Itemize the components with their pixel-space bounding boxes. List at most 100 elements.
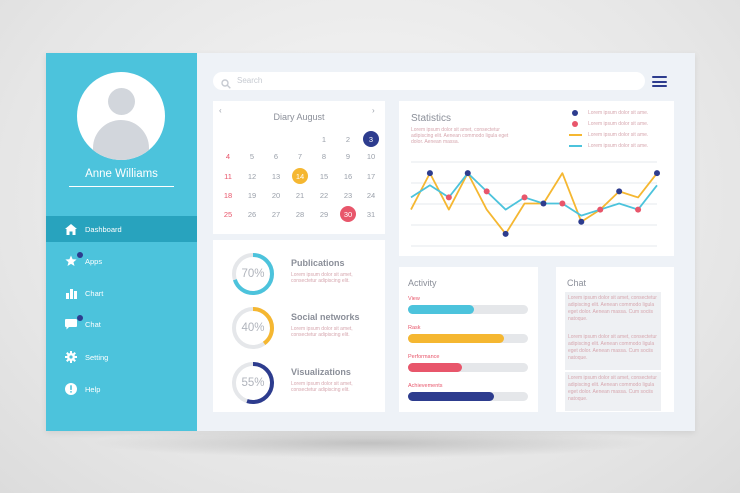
chat-message[interactable]: Lorem ipsum dolor sit amet, consectetur … — [565, 372, 661, 411]
sidebar-item-apps[interactable]: Apps — [46, 248, 197, 274]
calendar-day[interactable]: 20 — [268, 187, 284, 203]
chat-message-text: Lorem ipsum dolor sit amet, consectetur … — [568, 334, 657, 361]
sidebar-item-label: Chat — [85, 319, 101, 329]
progress-title: Visualizations — [291, 367, 351, 377]
calendar-card: ‹ › Diary August 1 2 3 4 5 6 7 8 9 10 11 12 13 14 15 16… — [213, 101, 385, 234]
activity-bar — [408, 334, 528, 343]
chat-title: Chat — [567, 278, 587, 288]
progress-title: Publications — [291, 258, 345, 268]
sidebar-item-label: Help — [85, 384, 101, 394]
sidebar-item-label: Dashboard — [85, 224, 122, 234]
chat-message[interactable]: Lorem ipsum dolor sit amet, consectetur … — [565, 292, 661, 331]
calendar-day[interactable]: 29 — [316, 206, 332, 222]
chart-point — [616, 188, 623, 195]
chart-point — [578, 218, 585, 225]
info-icon — [64, 382, 78, 396]
calendar-day[interactable]: 14 — [292, 168, 308, 184]
progress-percent: 40% — [241, 322, 265, 334]
calendar-day[interactable]: 31 — [363, 206, 379, 222]
user-name: Anne Williams — [85, 168, 158, 180]
calendar-day[interactable]: 5 — [244, 148, 260, 164]
progress-item: 70% Publications Lorem ipsum dolor sit ame… — [213, 252, 385, 300]
chat-message-text: Lorem ipsum dolor sit amet, consectetur … — [568, 295, 657, 322]
star-icon — [64, 254, 78, 268]
activity-label: Achievements — [408, 383, 443, 389]
calendar-day[interactable]: 21 — [292, 187, 308, 203]
activity-label: Performance — [408, 354, 440, 360]
calendar-day[interactable]: 25 — [220, 206, 236, 222]
calendar-day[interactable]: 2 — [340, 131, 356, 147]
chart-point — [635, 206, 642, 213]
home-icon — [64, 222, 78, 236]
calendar-day[interactable]: 4 — [220, 148, 236, 164]
chat-message-text: Lorem ipsum dolor sit amet, consectetur … — [568, 375, 657, 402]
avatar[interactable] — [77, 72, 165, 160]
calendar-day[interactable]: 30 — [340, 206, 356, 222]
chat-card: Chat Lorem ipsum dolor sit amet, consect… — [556, 267, 674, 412]
line-chart — [410, 161, 660, 247]
avatar-body — [93, 120, 149, 160]
calendar-day[interactable]: 24 — [363, 187, 379, 203]
calendar-day[interactable]: 28 — [292, 206, 308, 222]
calendar-day[interactable]: 9 — [340, 148, 356, 164]
sidebar-item-help[interactable]: Help — [46, 376, 197, 402]
activity-bar — [408, 392, 528, 401]
activity-bar — [408, 305, 528, 314]
progress-card: 70% Publications Lorem ipsum dolor sit ame… — [213, 240, 385, 412]
calendar-day[interactable]: 15 — [316, 168, 332, 184]
calendar-day[interactable]: 26 — [244, 206, 260, 222]
calendar-day[interactable]: 10 — [363, 148, 379, 164]
bar-chart-icon — [64, 286, 78, 300]
activity-title: Activity — [408, 278, 437, 288]
search-input[interactable]: Search — [213, 72, 645, 90]
sidebar-item-chart[interactable]: Chart — [46, 280, 197, 306]
chat-message[interactable]: Lorem ipsum dolor sit amet, consectetur … — [565, 331, 661, 370]
calendar-day[interactable]: 16 — [340, 168, 356, 184]
chart-point — [483, 188, 490, 195]
statistics-card: Statistics Lorem ipsum dolor sit amet, c… — [399, 101, 674, 256]
activity-bar — [408, 363, 528, 372]
calendar-day[interactable]: 23 — [340, 187, 356, 203]
calendar-day[interactable]: 12 — [244, 168, 260, 184]
progress-percent: 70% — [241, 268, 265, 280]
sidebar-item-chat[interactable]: Chat — [46, 311, 197, 337]
calendar-day[interactable]: 19 — [244, 187, 260, 203]
activity-bar-fill — [408, 305, 474, 314]
activity-label: View — [408, 296, 420, 302]
calendar-day[interactable]: 11 — [220, 168, 236, 184]
notification-badge — [77, 252, 83, 258]
sidebar-item-dashboard[interactable]: Dashboard — [46, 216, 197, 242]
calendar-day[interactable]: 1 — [316, 131, 332, 147]
calendar-day[interactable]: 6 — [268, 148, 284, 164]
avatar-head — [108, 88, 135, 115]
calendar-day[interactable]: 22 — [316, 187, 332, 203]
gear-icon — [64, 350, 78, 364]
activity-card: Activity View Rask Performance Achievements — [399, 267, 538, 412]
dashboard-window: Anne Williams Dashboard Apps Chart Chat … — [46, 53, 695, 431]
calendar-day[interactable]: 3 — [363, 131, 379, 147]
calendar-day[interactable]: 8 — [316, 148, 332, 164]
chart-point — [654, 170, 660, 177]
calendar-day[interactable]: 7 — [292, 148, 308, 164]
search-placeholder: Search — [237, 76, 263, 85]
chart-point — [521, 194, 528, 201]
calendar-day[interactable]: 17 — [363, 168, 379, 184]
chart-point — [597, 206, 604, 213]
calendar-day[interactable]: 13 — [268, 168, 284, 184]
sidebar-item-label: Setting — [85, 352, 109, 362]
chart-point — [540, 200, 547, 207]
notification-badge — [77, 315, 83, 321]
floor-shadow — [90, 428, 650, 458]
hamburger-menu-icon[interactable] — [652, 76, 667, 87]
sidebar-item-label: Chart — [85, 288, 104, 298]
calendar-day[interactable]: 27 — [268, 206, 284, 222]
name-underline — [69, 186, 174, 187]
calendar-day[interactable]: 18 — [220, 187, 236, 203]
chart-point — [464, 170, 471, 177]
progress-description: Lorem ipsum dolor sit amet, consectetur … — [291, 272, 353, 284]
progress-percent: 55% — [241, 377, 265, 389]
sidebar-item-setting[interactable]: Setting — [46, 344, 197, 370]
progress-item: 55% Visualizations Lorem ipsum dolor sit a… — [213, 361, 385, 409]
progress-title: Social networks — [291, 312, 360, 322]
progress-description: Lorem ipsum dolor sit amet, consectetur … — [291, 326, 353, 338]
